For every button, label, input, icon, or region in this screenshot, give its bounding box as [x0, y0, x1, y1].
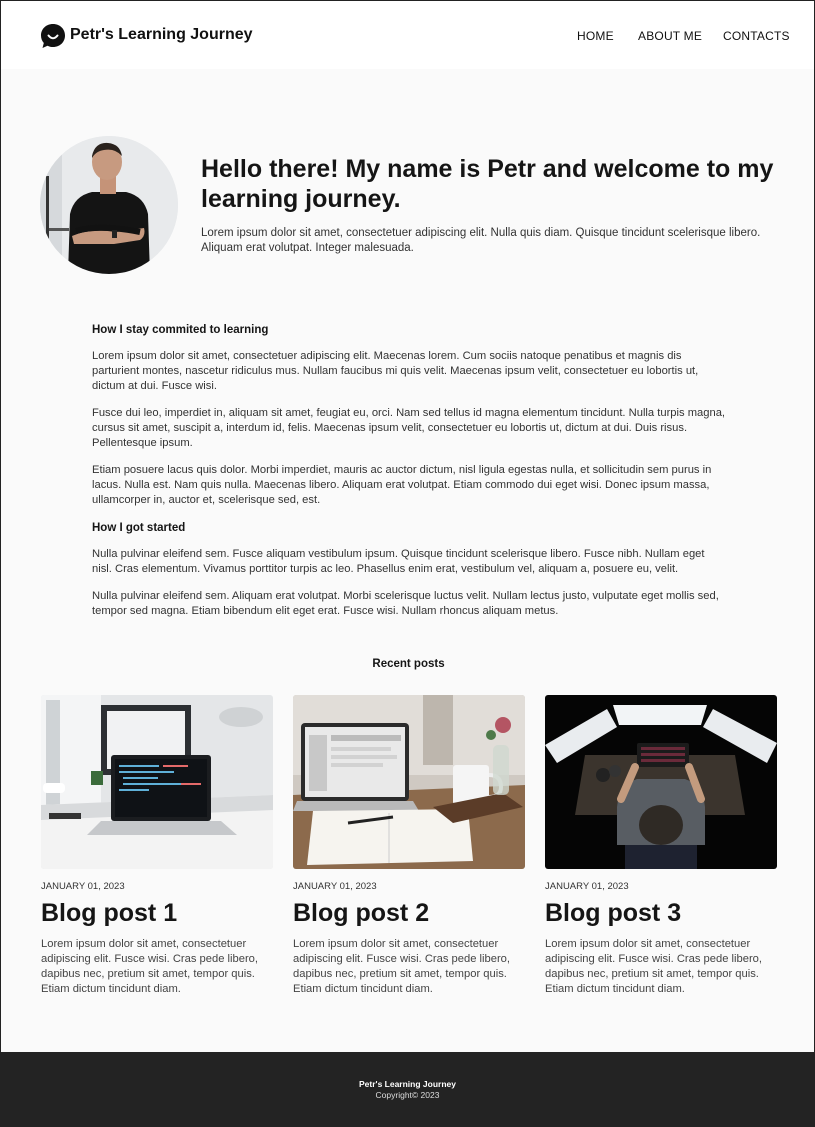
post-excerpt: Lorem ipsum dolor sit amet, consectetuer…: [41, 938, 259, 995]
site-footer: Petr's Learning Journey Copyright© 2023: [0, 1052, 815, 1127]
site-title[interactable]: Petr's Learning Journey: [70, 26, 253, 44]
article-paragraph: Etiam posuere lacus quis dolor. Morbi im…: [92, 464, 712, 506]
hero-heading: Hello there! My name is Petr and welcome…: [201, 155, 774, 213]
post-title[interactable]: Blog post 2: [293, 899, 429, 928]
blog-post-card[interactable]: JANUARY 01, 2023 Blog post 3 Lorem ipsum…: [545, 695, 777, 995]
post-date: JANUARY 01, 2023: [545, 881, 629, 892]
post-image-laptop-desk[interactable]: [41, 695, 273, 869]
profile-photo: [40, 136, 178, 274]
post-excerpt: Lorem ipsum dolor sit amet, consectetuer…: [545, 938, 763, 995]
nav-contacts[interactable]: CONTACTS: [723, 29, 790, 43]
chat-bubble-smile-icon[interactable]: [40, 23, 66, 49]
recent-posts-heading: Recent posts: [372, 658, 445, 670]
post-title[interactable]: Blog post 3: [545, 899, 681, 928]
hero-intro-text: Lorem ipsum dolor sit amet, consectetuer…: [201, 227, 761, 254]
post-date: JANUARY 01, 2023: [293, 881, 377, 892]
nav-home[interactable]: HOME: [577, 29, 614, 43]
section-heading-learning: How I stay commited to learning: [92, 324, 269, 336]
article-paragraph: Nulla pulvinar eleifend sem. Aliquam era…: [92, 590, 719, 617]
article-paragraph: Fusce dui leo, imperdiet in, aliquam sit…: [92, 407, 726, 449]
footer-copyright: Copyright© 2023: [375, 1090, 440, 1100]
blog-post-card[interactable]: JANUARY 01, 2023 Blog post 1 Lorem ipsum…: [41, 695, 273, 995]
blog-post-card[interactable]: JANUARY 01, 2023 Blog post 2 Lorem ipsum…: [293, 695, 525, 995]
article-paragraph: Lorem ipsum dolor sit amet, consectetuer…: [92, 350, 699, 392]
footer-title: Petr's Learning Journey: [359, 1079, 456, 1089]
site-header: Petr's Learning Journey HOME ABOUT ME CO…: [1, 1, 814, 69]
post-excerpt: Lorem ipsum dolor sit amet, consectetuer…: [293, 938, 511, 995]
post-image-desk-setup-dark[interactable]: [545, 695, 777, 869]
post-date: JANUARY 01, 2023: [41, 881, 125, 892]
section-heading-started: How I got started: [92, 522, 186, 534]
nav-about-me[interactable]: ABOUT ME: [638, 29, 702, 43]
post-title[interactable]: Blog post 1: [41, 899, 177, 928]
article-paragraph: Nulla pulvinar eleifend sem. Fusce aliqu…: [92, 548, 705, 575]
post-image-notebook-coffee[interactable]: [293, 695, 525, 869]
